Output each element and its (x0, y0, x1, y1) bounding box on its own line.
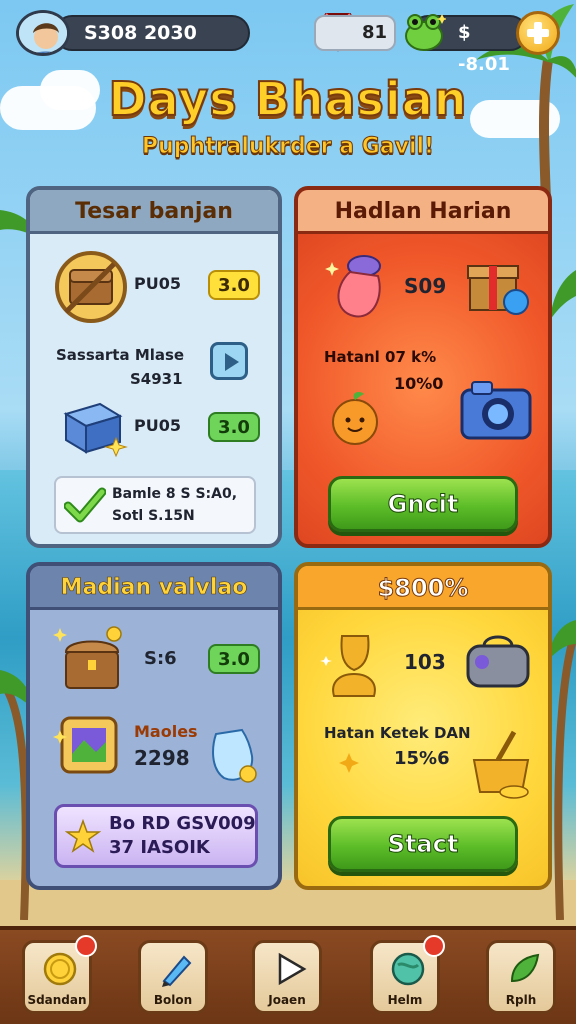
nav-label: Bolon (153, 993, 193, 1007)
completed-notice: Bamle 8 S S:A0, Sotl S.15N (54, 476, 256, 534)
treasure-chest-icon (55, 251, 127, 323)
promo-line-1: Bo RD GSV009 (109, 813, 256, 834)
start-button[interactable]: Stact (328, 816, 518, 872)
nav-label: Joaen (268, 993, 306, 1007)
notification-badge (75, 935, 97, 957)
gem-counter: 81 (314, 15, 396, 51)
play-mission-button[interactable] (210, 342, 248, 380)
reward-value-tag: 3.0 (208, 644, 260, 674)
palm-tree-icon (548, 620, 576, 920)
reward-label: PU05 (134, 274, 181, 293)
gem-count: 81 (362, 22, 388, 43)
orange-fruit-icon (332, 392, 378, 445)
player-avatar-icon (19, 13, 67, 53)
gold-basket-icon (472, 730, 530, 799)
panel-tesar-banjan: Tesar banjan PU05 3.0 Sassarta Mlase S49… (26, 186, 282, 548)
panel-title: Hadlan Harian (298, 190, 548, 234)
golden-trophy-icon (320, 635, 376, 697)
potion-icon (325, 255, 381, 318)
gold-coin-icon (43, 952, 77, 986)
play-icon (278, 952, 307, 986)
nav-button-3[interactable]: Helm (370, 935, 445, 1014)
treasure-pot-icon (466, 635, 530, 688)
panel-bonus: $800% 103 Hatan Ketek DAN 15%6 Stact (294, 562, 552, 890)
nav-button-4[interactable]: Rplh (486, 940, 556, 1014)
star-icon (65, 819, 101, 853)
palm-tree-icon (550, 270, 576, 320)
nav-button-1[interactable]: Bolon (138, 940, 208, 1014)
avatar[interactable] (16, 10, 70, 56)
promo-offer-banner[interactable]: Bo RD GSV009 37 IASOIK (54, 804, 258, 868)
reward-amount: S09 (404, 274, 447, 298)
checkmark-icon (64, 487, 106, 523)
gift-box-icon (467, 265, 529, 315)
reward-value-tag: 3.0 (208, 412, 260, 442)
mission-label: Sassarta Mlase (56, 346, 185, 364)
frog-mascot-icon (405, 14, 446, 51)
nav-button-0[interactable]: Sdandan (22, 935, 97, 1014)
reward-label: PU05 (134, 416, 181, 435)
cloth-bag-icon (212, 728, 257, 783)
add-currency-button[interactable] (516, 11, 560, 55)
claim-button[interactable]: Gncit (328, 476, 518, 532)
notice-line-2: Sotl S.15N (112, 508, 195, 524)
panel-madian-valvlao: Madian valvlao S:6 3.0 Maoles 2298 Bo RD… (26, 562, 282, 890)
score-display: S308 2030 (54, 15, 250, 51)
bottom-navigation: Sdandan Bolon Joaen Helm Rplh (0, 926, 576, 1024)
panel-title: $800% (298, 566, 548, 610)
panel-hadlan-harian: Hadlan Harian S09 Hatanl 07 k% 10%0 Gnci… (294, 186, 552, 548)
reward-percent: 15%6 (394, 748, 450, 769)
nav-label: Sdandan (27, 993, 87, 1007)
reward-value-tag: 3.0 (208, 270, 260, 300)
reward-percent: 10%0 (394, 374, 444, 393)
sparkle-icon (339, 753, 359, 773)
notification-badge (423, 935, 445, 957)
notice-line-1: Bamle 8 S S:A0, (112, 486, 238, 502)
page-subtitle: Puphtralukrder a Gavil! (141, 134, 435, 160)
reward-label: S:6 (144, 648, 177, 669)
panel-title: Madian valvlao (30, 566, 278, 610)
top-bar: S308 2030 81 $ -8.01 (14, 10, 562, 75)
item-label: Maoles (134, 722, 198, 741)
pencil-icon (162, 955, 192, 987)
promo-line-2: 37 IASOIK (109, 837, 210, 858)
mission-amount: S4931 (130, 370, 183, 388)
camera-icon (460, 381, 532, 440)
reward-amount: 103 (404, 650, 446, 674)
panel-title: Tesar banjan (30, 190, 278, 234)
nav-label: Rplh (505, 993, 537, 1007)
treasure-chest-icon (53, 626, 122, 689)
blue-box-icon (63, 402, 128, 458)
globe-icon (391, 952, 425, 986)
reward-label: Hatanl 07 k% (324, 348, 437, 366)
reward-label: Hatan Ketek DAN (324, 724, 471, 742)
leaf-icon (510, 953, 540, 983)
plus-icon (527, 22, 549, 44)
coin-count: $ -8.01 (458, 22, 510, 75)
nav-button-2[interactable]: Joaen (252, 940, 322, 1014)
item-amount: 2298 (134, 746, 190, 770)
picture-frame-icon (53, 716, 118, 774)
nav-label: Helm (387, 993, 423, 1007)
page-title: Days Bhasian (108, 71, 468, 127)
score-value: S308 2030 (84, 22, 197, 44)
